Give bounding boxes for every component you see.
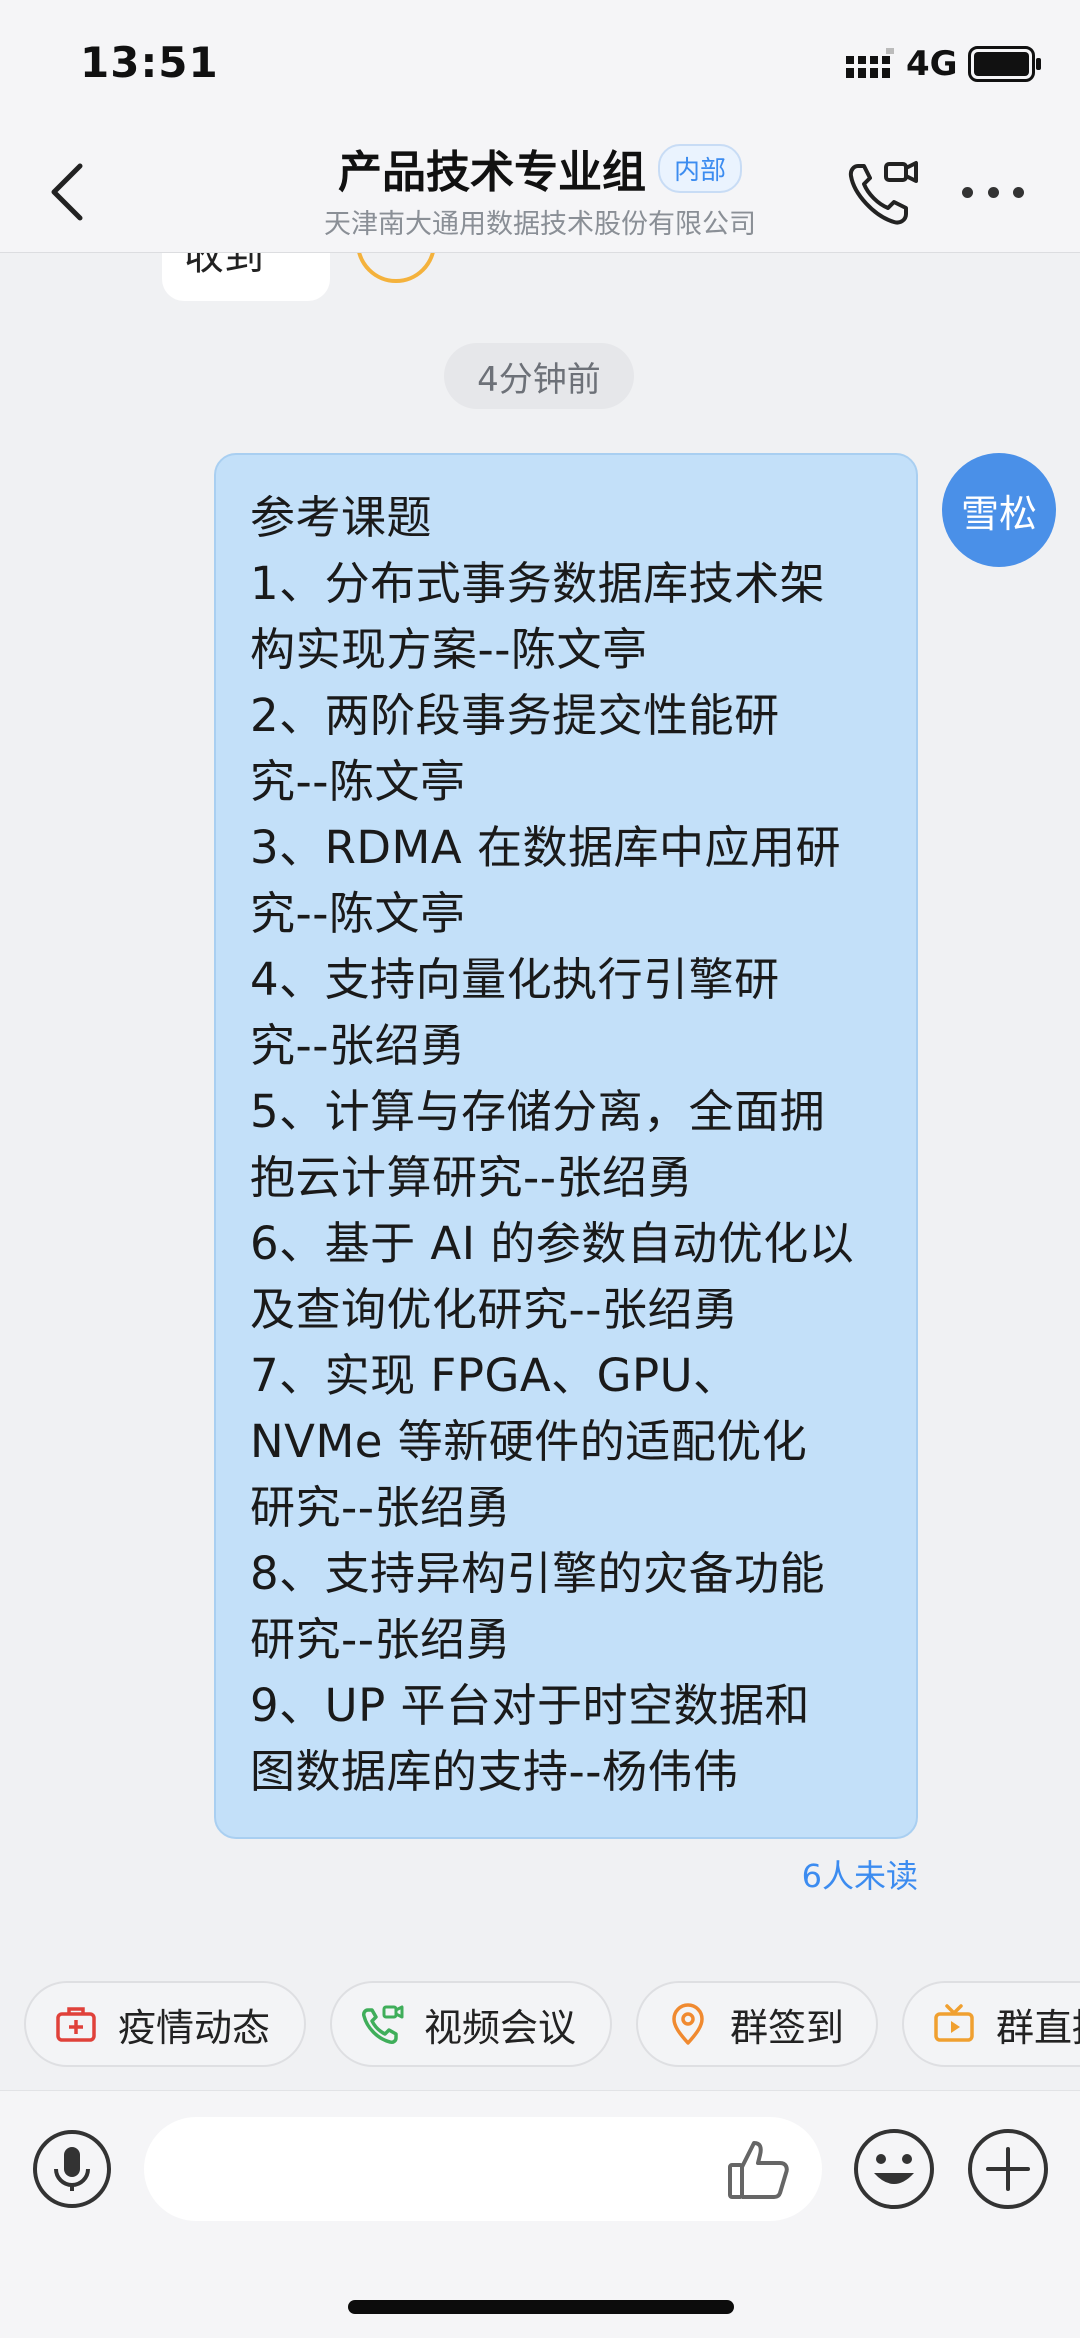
location-pin-icon: [672, 2003, 704, 2045]
previous-message-bubble[interactable]: 收到: [162, 253, 330, 301]
previous-sender-avatar[interactable]: [356, 253, 436, 283]
quick-action-label: 群直播: [996, 2005, 1080, 2050]
message-line: 2、两阶段事务提交性能研: [250, 689, 780, 742]
status-time: 13:51: [80, 38, 219, 87]
chat-screen: 13:51 4G 产品技术专业组 内部 天津南大通用数据技术股份有限公司 收到 …: [0, 0, 1080, 2338]
plus-circle-icon: [968, 2129, 1048, 2209]
message-line: 7、实现 FPGA、GPU、: [250, 1349, 739, 1402]
message-line: 8、支持异构引擎的灾备功能: [250, 1547, 826, 1600]
message-timestamp: 4分钟前: [444, 343, 634, 409]
signal-strength-icon: [846, 48, 894, 78]
home-indicator[interactable]: [348, 2300, 734, 2314]
read-status[interactable]: 6人未读: [802, 1851, 918, 1897]
message-line: 4、支持向量化执行引擎研: [250, 953, 780, 1006]
status-bar: 13:51 4G: [0, 0, 1080, 130]
chat-header: 产品技术专业组 内部 天津南大通用数据技术股份有限公司: [0, 130, 1080, 253]
quick-action-label: 群签到: [730, 2005, 845, 2050]
battery-icon: [968, 46, 1041, 82]
voice-input-button[interactable]: [32, 2129, 112, 2209]
dot-icon: [1013, 186, 1024, 198]
microphone-icon: [33, 2130, 111, 2208]
message-line: 参考课题: [250, 491, 433, 544]
message-line: 抱云计算研究--张绍勇: [250, 1151, 693, 1204]
video-call-icon: [362, 2005, 404, 2044]
chat-area[interactable]: 收到 4分钟前 参考课题 1、分布式事务数据库技术架 构实现方案--陈文亭 2、…: [0, 253, 1080, 1953]
more-options-button[interactable]: [958, 154, 1028, 230]
dot-icon: [962, 186, 973, 198]
message-line: 3、RDMA 在数据库中应用研: [250, 821, 841, 874]
message-line: 9、UP 平台对于时空数据和: [250, 1679, 811, 1732]
medical-kit-icon: [56, 2007, 96, 2042]
message-line: 研究--张绍勇: [250, 1613, 511, 1666]
internal-badge: 内部: [657, 143, 742, 193]
quick-action-epidemic[interactable]: 疫情动态: [24, 1981, 306, 2067]
more-input-button[interactable]: [966, 2127, 1050, 2211]
quick-action-check-in[interactable]: 群签到: [636, 1981, 878, 2067]
message-line: 6、基于 AI 的参数自动优化以: [250, 1217, 855, 1270]
message-line: 图数据库的支持--杨伟伟: [250, 1745, 739, 1798]
tv-live-icon: [934, 2004, 974, 2042]
message-line: 究--陈文亭: [250, 887, 466, 940]
message-input[interactable]: [144, 2117, 822, 2221]
message-line: 及查询优化研究--张绍勇: [250, 1283, 739, 1336]
message-line: 究--陈文亭: [250, 755, 466, 808]
thumbs-up-button[interactable]: [724, 2135, 794, 2205]
quick-action-label: 疫情动态: [118, 2005, 271, 2050]
message-line: 研究--张绍勇: [250, 1481, 511, 1534]
quick-action-video-meeting[interactable]: 视频会议: [330, 1981, 612, 2067]
message-bubble[interactable]: 参考课题 1、分布式事务数据库技术架 构实现方案--陈文亭 2、两阶段事务提交性…: [214, 453, 918, 1839]
group-title: 产品技术专业组: [337, 147, 646, 198]
thumbs-up-icon: [728, 2141, 789, 2199]
smiley-face-icon: [854, 2129, 934, 2209]
call-button[interactable]: [844, 154, 920, 230]
previous-message-text: 收到: [184, 253, 264, 279]
message-line: NVMe 等新硬件的适配优化: [250, 1415, 808, 1468]
sender-avatar[interactable]: 雪松: [942, 453, 1056, 567]
message-line: 究--张绍勇: [250, 1019, 466, 1072]
dot-icon: [987, 186, 999, 198]
message-line: 5、计算与存储分离，全面拥: [250, 1085, 826, 1138]
quick-action-label: 视频会议: [424, 2005, 577, 2050]
message-line: 1、分布式事务数据库技术架: [250, 557, 826, 610]
network-type: 4G: [906, 44, 958, 84]
phone-video-icon: [848, 161, 918, 225]
message-line: 构实现方案--陈文亭: [250, 623, 648, 676]
emoji-button[interactable]: [852, 2127, 936, 2211]
quick-actions-bar: 疫情动态 视频会议 群签到 群直播: [0, 1975, 1080, 2075]
quick-action-live[interactable]: 群直播: [902, 1981, 1080, 2067]
